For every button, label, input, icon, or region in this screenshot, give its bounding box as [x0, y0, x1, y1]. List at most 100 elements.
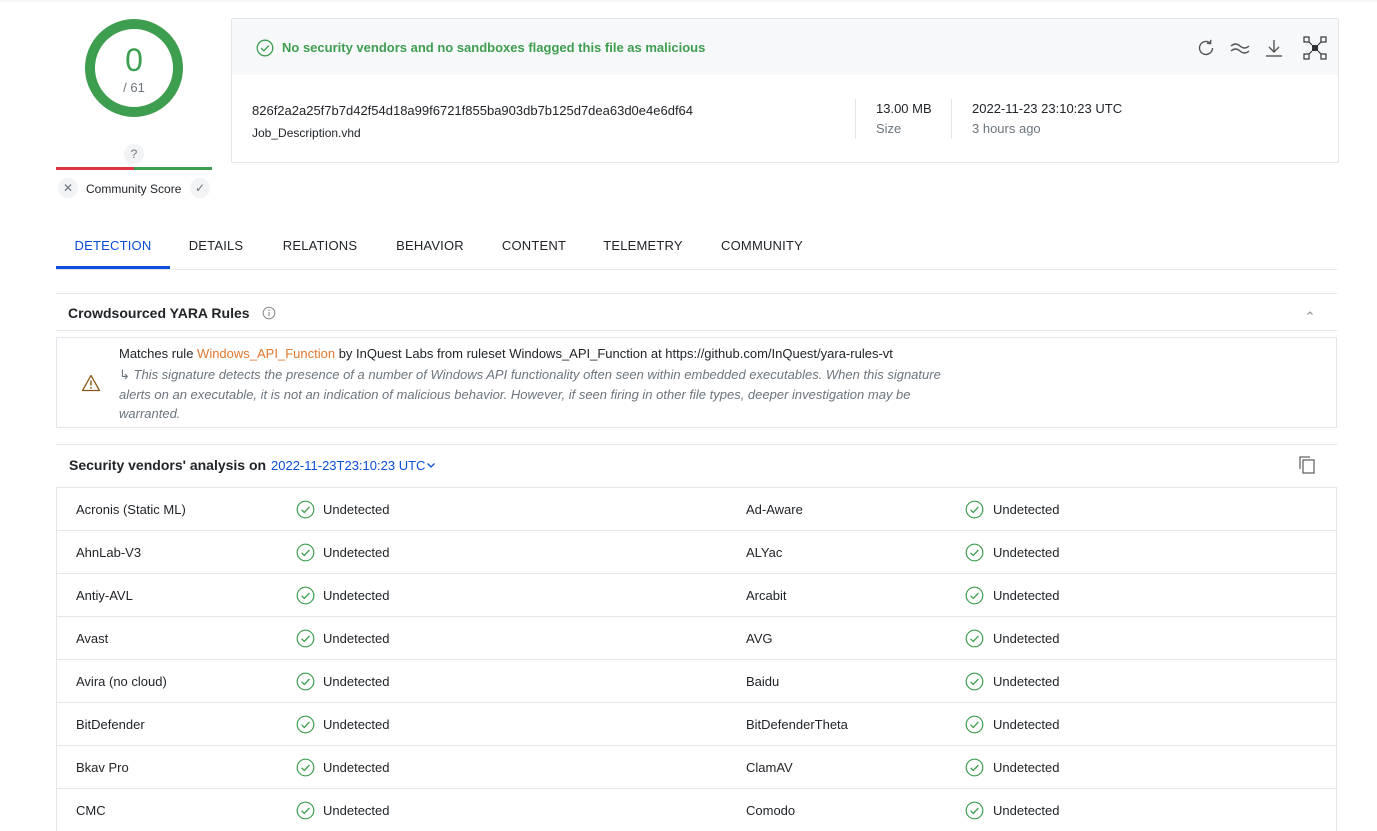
verdict-banner: No security vendors and no sandboxes fla… — [232, 19, 1338, 75]
check-circle-icon — [965, 672, 984, 691]
yara-ruleset-info: by InQuest Labs from ruleset Windows_API… — [338, 346, 893, 361]
vote-harmful-button[interactable]: ✕ — [58, 178, 78, 198]
vendor-result: Undetected — [323, 545, 390, 560]
tab-details[interactable]: DETAILS — [182, 226, 250, 269]
vendor-result: Undetected — [323, 502, 390, 517]
analysis-date: 2022-11-23 23:10:23 UTC — [972, 101, 1123, 116]
check-circle-icon — [296, 629, 315, 648]
vendor-name: AhnLab-V3 — [76, 545, 142, 560]
warning-icon — [81, 374, 101, 392]
file-summary-card: No security vendors and no sandboxes fla… — [231, 18, 1339, 163]
vendor-result: Undetected — [993, 760, 1060, 775]
reanalyze-icon[interactable] — [1195, 37, 1217, 59]
vendor-name: ClamAV — [746, 760, 793, 775]
tab-detection[interactable]: DETECTION — [56, 226, 170, 269]
vendors-table: Acronis (Static ML) Undetected Ad-Aware Und… — [56, 487, 1337, 831]
check-circle-icon — [965, 715, 984, 734]
vendor-result: Undetected — [323, 674, 390, 689]
vendor-name: BitDefender — [76, 717, 145, 732]
check-circle-icon — [296, 758, 315, 777]
vendor-row: Antiy-AVL Undetected Arcabit Undetected — [57, 574, 1336, 617]
tab-behavior[interactable]: BEHAVIOR — [390, 226, 470, 269]
graph-icon[interactable] — [1303, 36, 1327, 60]
tab-content[interactable]: CONTENT — [496, 226, 572, 269]
file-name: Job_Description.vhd — [252, 126, 361, 140]
check-circle-icon — [296, 586, 315, 605]
community-positive-bar — [134, 167, 212, 170]
download-icon[interactable] — [1263, 37, 1285, 59]
community-score-value[interactable]: ? — [124, 144, 144, 164]
chevron-down-icon[interactable] — [425, 459, 437, 471]
vendor-name: BitDefenderTheta — [746, 717, 848, 732]
vendor-result: Undetected — [323, 588, 390, 603]
yara-rule-link[interactable]: Windows_API_Function — [197, 346, 335, 361]
vote-harmless-button[interactable]: ✓ — [190, 178, 210, 198]
yara-match-summary: Matches rule Windows_API_Function by InQ… — [119, 346, 893, 361]
vendor-result: Undetected — [323, 760, 390, 775]
check-circle-icon — [296, 672, 315, 691]
file-size-label: Size — [876, 121, 902, 136]
vendor-name: CMC — [76, 803, 106, 818]
vendor-name: Ad-Aware — [746, 502, 803, 517]
tab-telemetry[interactable]: TELEMETRY — [598, 226, 688, 269]
community-score-label: Community Score — [86, 182, 182, 196]
yara-section-header[interactable]: Crowdsourced YARA Rules — [56, 293, 1337, 331]
file-size-value: 13.00 MB — [876, 101, 932, 116]
vendor-result: Undetected — [993, 502, 1060, 517]
vendor-name: ALYac — [746, 545, 783, 560]
vendor-result: Undetected — [993, 803, 1060, 818]
vendor-name: Comodo — [746, 803, 796, 818]
vendor-result: Undetected — [993, 631, 1060, 646]
vendor-row: Avira (no cloud) Undetected Baidu Undetecte… — [57, 660, 1336, 703]
vendor-row: Acronis (Static ML) Undetected Ad-Aware Und… — [57, 488, 1336, 531]
check-circle-icon — [296, 500, 315, 519]
check-circle-icon — [296, 715, 315, 734]
divider — [951, 99, 952, 139]
vendor-name: Baidu — [746, 674, 780, 689]
chevron-up-icon[interactable] — [1304, 307, 1316, 319]
vendors-section-header: Security vendors' analysis on 2022-11-23… — [56, 444, 1337, 484]
community-score-row: ✕ Community Score ✓ — [56, 178, 212, 200]
tab-relations[interactable]: RELATIONS — [276, 226, 364, 269]
check-icon: ✓ — [194, 181, 206, 195]
vendor-result: Undetected — [993, 717, 1060, 732]
vendor-name: Avira (no cloud) — [76, 674, 167, 689]
vendor-result: Undetected — [993, 674, 1060, 689]
verdict-text: No security vendors and no sandboxes fla… — [282, 40, 706, 55]
vendor-name: Avast — [76, 631, 109, 646]
vendor-name: Acronis (Static ML) — [76, 502, 186, 517]
top-border — [0, 0, 1377, 2]
engine-total: / 61 — [123, 80, 145, 95]
analysis-date-selector[interactable]: 2022-11-23T23:10:23 UTC — [271, 458, 425, 473]
detection-count: 0 — [125, 42, 143, 78]
vendor-name: AVG — [746, 631, 773, 646]
community-score-bar — [56, 167, 212, 170]
vendor-result: Undetected — [993, 545, 1060, 560]
check-circle-icon — [296, 543, 315, 562]
vendor-row: AhnLab-V3 Undetected ALYac Undetected — [57, 531, 1336, 574]
vendors-section-title: Security vendors' analysis on — [69, 457, 267, 473]
info-icon[interactable] — [262, 306, 276, 320]
vendor-result: Undetected — [323, 631, 390, 646]
tab-community[interactable]: COMMUNITY — [716, 226, 808, 269]
vendor-result: Undetected — [323, 717, 390, 732]
tab-bar: DETECTION DETAILS RELATIONS BEHAVIOR CON… — [56, 226, 1337, 270]
analysis-relative-time: 3 hours ago — [972, 121, 1041, 136]
close-icon: ✕ — [62, 181, 74, 195]
vendor-row: Bkav Pro Undetected ClamAV Undetected — [57, 746, 1336, 789]
check-circle-icon — [965, 500, 984, 519]
vendor-result: Undetected — [993, 588, 1060, 603]
copy-icon[interactable] — [1298, 455, 1316, 475]
check-circle-icon — [296, 801, 315, 820]
check-circle-icon — [965, 543, 984, 562]
vendor-row: BitDefender Undetected BitDefenderTheta Und… — [57, 703, 1336, 746]
yara-prefix: Matches rule — [119, 346, 194, 361]
yara-rule-description: ↳ This signature detects the presence of… — [119, 367, 941, 421]
vendor-name: Antiy-AVL — [76, 588, 133, 603]
check-circle-icon — [965, 586, 984, 605]
check-circle-icon — [965, 629, 984, 648]
file-hash[interactable]: 826f2a2a25f7b7d42f54d18a99f6721f855ba903… — [252, 103, 693, 118]
check-circle-icon — [965, 801, 984, 820]
yara-section-title: Crowdsourced YARA Rules — [68, 305, 250, 321]
similar-icon[interactable] — [1229, 37, 1251, 59]
